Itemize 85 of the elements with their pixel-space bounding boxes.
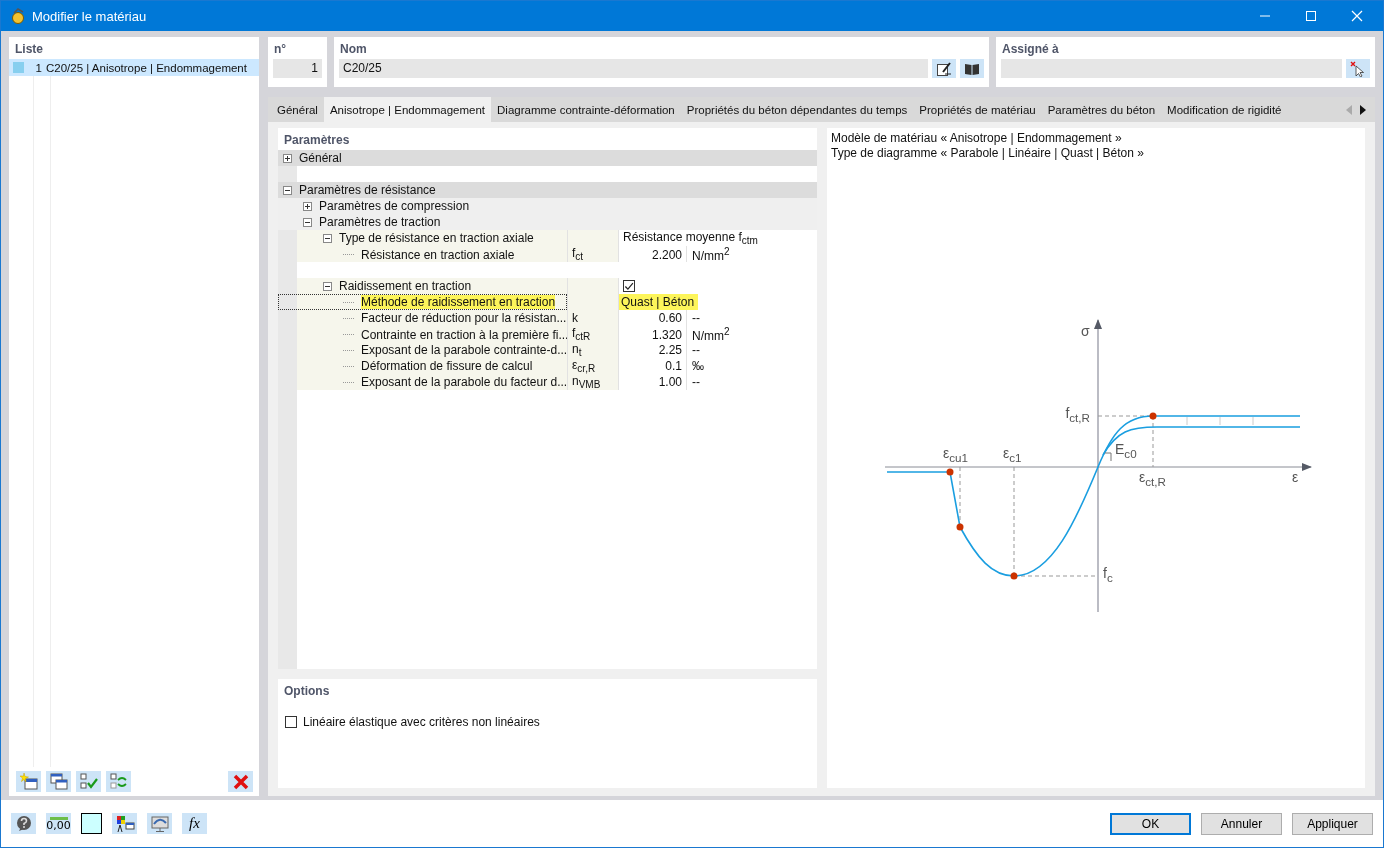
parameter-label: Exposant de la parabole contrainte-d... [361,343,568,358]
tab[interactable]: Anisotrope | Endommagement [323,97,492,122]
diagram-description: Type de diagramme « Parabole | Linéaire | Quast | Béton » [831,146,1145,161]
dialog-button[interactable]: OK [1110,812,1191,835]
diagram-label: f$_{ct,R}$ [1065,405,1090,424]
parameter-label: Général [299,151,342,165]
delete-icon[interactable] [228,771,253,792]
collapse-icon[interactable] [283,185,292,195]
collapse-icon[interactable] [323,281,332,291]
symbol-text: n$_{VMB}$ [572,374,601,391]
parameter-label: Paramètres de traction [319,215,441,229]
symbol-text: k [572,311,578,325]
symbol-text: n$_{t}$ [572,342,582,359]
help-icon[interactable] [11,813,36,834]
copy-icon[interactable] [46,771,71,792]
checkbox[interactable] [285,716,297,728]
parameter-label: Facteur de réduction pour la résistan... [361,311,567,325]
close-icon[interactable] [1351,10,1363,22]
unit-text: -- [692,343,700,358]
unit-text: -- [692,375,700,390]
panel-title: Paramètres [283,132,351,149]
decimals-button[interactable]: 0,00 [46,813,71,834]
assigned-field[interactable] [1001,59,1342,78]
unit-text: N/mm$^{2}$ [692,246,730,263]
book-icon[interactable] [960,59,984,78]
diagram-label: ε$_{ct,R}$ [1139,469,1166,488]
toggle-check-icon[interactable] [106,771,131,792]
window-title: Modifier le matériau [32,8,147,24]
value-text: 0.1 [665,359,682,374]
diagram-label: ε$_{c1}$ [1003,445,1022,464]
parameter-label: Raidissement en traction [339,279,472,293]
name-field[interactable]: C20/25 [339,59,928,78]
number-field[interactable]: 1 [273,59,322,78]
unit-text: ‰ [692,359,704,374]
collapse-icon[interactable] [323,233,332,243]
parameter-label: Type de résistance en traction axiale [339,231,534,246]
parameter-label: Déformation de fissure de calcul [361,359,533,374]
field-label: Nom [339,41,368,58]
symbol-text: f$_{ctR}$ [572,326,591,343]
checkbox[interactable] [623,280,635,292]
parameter-label: Exposant de la parabole du facteur d... [361,375,568,390]
scroll-right-icon[interactable] [1359,104,1367,115]
value-text: 1.00 [658,375,682,390]
panel-title: Liste [14,41,44,58]
symbol-text: ε$_{cr,R}$ [572,358,596,375]
value-text: 2.200 [651,247,682,262]
symbol-text: f$_{ct}$ [572,246,584,263]
legend-icon[interactable] [112,813,137,834]
pick-cursor-icon[interactable] [1346,59,1370,78]
monitor-icon[interactable] [147,813,172,834]
field-label: Assigné à [1001,41,1060,58]
parameter-label: Paramètres de résistance [299,183,436,197]
panel-title: Options [283,683,331,700]
diagram-label: ε$_{cu1}$ [943,445,969,464]
parameter-label: Méthode de raidissement en traction [361,295,556,309]
checkbox-label: Linéaire élastique avec critères non linéaires [303,715,540,729]
color-button[interactable] [81,813,102,834]
maximize-icon[interactable] [1305,10,1317,22]
formula-button[interactable]: fx [182,813,207,834]
new-item-icon[interactable] [16,771,41,792]
diagram-label: ε [1292,469,1299,485]
value-text: Résistance moyenne f$_{ctm}$ [623,230,758,247]
field-label: n° [273,41,288,58]
value-text: 1.320 [651,327,682,342]
dialog-button[interactable]: Appliquer [1292,812,1373,835]
diagram-label: f$_{c}$ [1103,565,1113,584]
parameter-label: Paramètres de compression [319,199,470,213]
value-text: Quast | Béton [619,294,699,310]
diagram-description: Modèle de matériau « Anisotrope | Endommagement » [831,131,1123,146]
diagram-label: E$_{c0}$ [1115,441,1137,460]
parameter-label: Contrainte en traction à la première fi... [361,327,569,342]
value-text: 0.60 [658,311,682,325]
value-text: 2.25 [658,343,682,358]
unit-text: -- [692,311,700,325]
collapse-icon[interactable] [303,217,312,227]
expand-icon[interactable] [303,201,312,211]
check-all-icon[interactable] [76,771,101,792]
parameter-label: Résistance en traction axiale [361,247,515,262]
diagram-label: σ [1081,323,1090,339]
dialog-button[interactable]: Annuler [1201,812,1282,835]
app-icon [10,8,26,24]
unit-text: N/mm$^{2}$ [692,326,730,343]
list-item[interactable]: 1 C20/25 | Anisotrope | Endommagement [9,59,259,76]
expand-icon[interactable] [283,153,292,163]
edit-icon[interactable] [932,59,956,78]
